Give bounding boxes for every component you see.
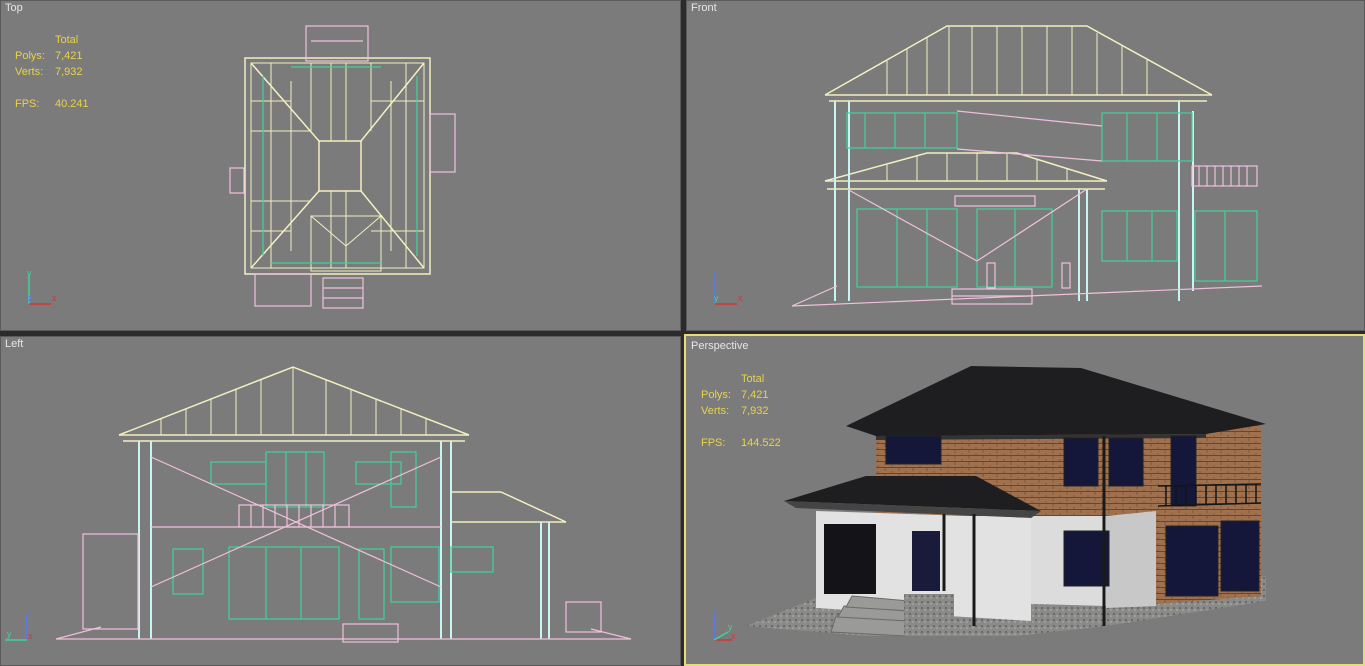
axis-c-top: z: [28, 293, 33, 303]
axis-b-top: x: [52, 293, 57, 303]
viewport-perspective[interactable]: Perspective Total Polys: 7,421 Verts: 7,93…: [684, 334, 1365, 666]
viewport-left[interactable]: Left z y x: [0, 336, 681, 666]
viewport-top[interactable]: Top Total Polys: 7,421 Verts: 7,932 FPS: 40…: [0, 0, 681, 331]
front-view-wireframe: [791, 25, 1263, 307]
axis-c-persp: y: [728, 622, 733, 632]
axis-c-left: x: [28, 631, 33, 641]
viewport-front[interactable]: Front z x y: [686, 0, 1365, 331]
axis-a-persp: z: [712, 606, 717, 616]
perspective-house-render: [746, 366, 1266, 637]
axis-b-left: y: [7, 629, 12, 639]
axis-b-persp: x: [731, 631, 736, 641]
axis-c-front: y: [714, 293, 719, 303]
left-view-wireframe: [55, 366, 632, 643]
axis-a-top: y: [27, 268, 32, 278]
axis-a-front: z: [713, 268, 718, 278]
top-view-wireframe: [229, 25, 456, 309]
axis-a-left: z: [28, 608, 33, 618]
axis-b-front: x: [738, 293, 743, 303]
